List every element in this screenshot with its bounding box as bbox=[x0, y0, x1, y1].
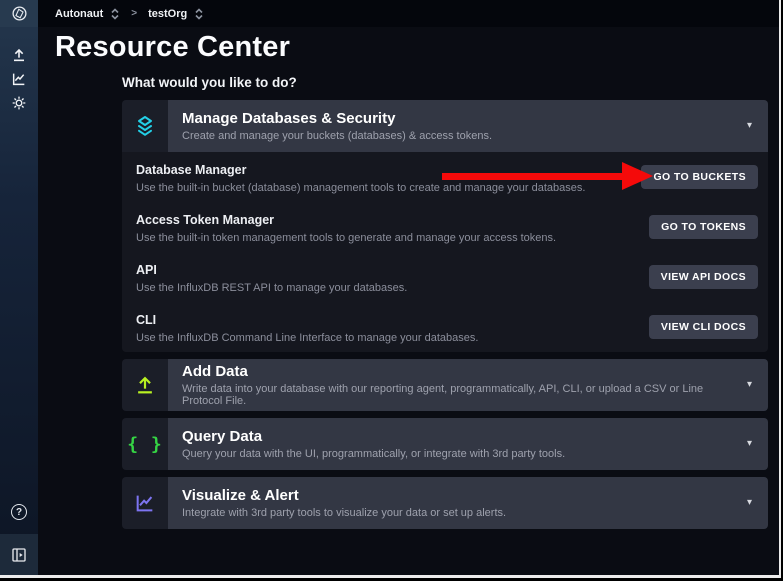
sidebar-spacer bbox=[0, 115, 38, 500]
row-text: CLI Use the InfluxDB Command Line Interf… bbox=[136, 311, 649, 344]
panel-title: Visualize & Alert bbox=[182, 487, 732, 504]
row-title: CLI bbox=[136, 313, 649, 327]
row-description: Use the built-in token management tools … bbox=[136, 232, 649, 244]
main-content: Resource Center What would you like to d… bbox=[38, 27, 779, 575]
panel-title: Add Data bbox=[182, 363, 732, 380]
panel-manage-databases: Manage Databases & Security Create and m… bbox=[122, 100, 768, 352]
app-window: ? Autonaut > testOrg bbox=[0, 0, 781, 578]
sidebar-item-load-data[interactable] bbox=[0, 43, 38, 67]
upload-icon bbox=[11, 47, 27, 63]
row-text: API Use the InfluxDB REST API to manage … bbox=[136, 261, 649, 294]
influxdata-logo-icon bbox=[11, 5, 28, 22]
panel-add-data-header[interactable]: Add Data Write data into your database w… bbox=[122, 359, 768, 411]
panel-query-data: { } Query Data Query your data with the … bbox=[122, 418, 768, 470]
arrow-shaft bbox=[442, 173, 622, 180]
arrow-head bbox=[622, 162, 653, 190]
row-title: API bbox=[136, 263, 649, 277]
panel-header-main: Manage Databases & Security Create and m… bbox=[168, 100, 768, 152]
sidebar-item-help[interactable]: ? bbox=[0, 500, 38, 524]
row-description: Use the InfluxDB Command Line Interface … bbox=[136, 332, 649, 344]
pointer-arrow bbox=[442, 162, 653, 190]
view-cli-docs-button[interactable]: VIEW CLI DOCS bbox=[649, 315, 758, 339]
chevron-down-icon[interactable]: ▾ bbox=[747, 439, 752, 449]
panel-title: Query Data bbox=[182, 428, 732, 445]
go-to-buckets-button[interactable]: GO TO BUCKETS bbox=[641, 165, 758, 189]
panel-title: Manage Databases & Security bbox=[182, 110, 732, 127]
panel-icon-cell bbox=[122, 359, 168, 411]
panel-header-main: Query Data Query your data with the UI, … bbox=[168, 418, 768, 470]
suborg-switcher-icon[interactable] bbox=[194, 8, 204, 20]
breadcrumb: Autonaut > testOrg bbox=[38, 0, 779, 27]
page-prompt: What would you like to do? bbox=[122, 75, 779, 90]
panel-query-data-header[interactable]: { } Query Data Query your data with the … bbox=[122, 418, 768, 470]
chevron-down-icon[interactable]: ▾ bbox=[747, 380, 752, 390]
panel-icon-cell bbox=[122, 477, 168, 529]
braces-icon: { } bbox=[127, 434, 163, 455]
help-icon: ? bbox=[11, 504, 27, 520]
panel-header-main: Visualize & Alert Integrate with 3rd par… bbox=[168, 477, 768, 529]
chevron-down-icon[interactable]: ▾ bbox=[747, 121, 752, 131]
panel-icon-cell bbox=[122, 100, 168, 152]
panel-visualize-alert-header[interactable]: Visualize & Alert Integrate with 3rd par… bbox=[122, 477, 768, 529]
panel-description: Query your data with the UI, programmati… bbox=[182, 448, 732, 460]
row-description: Use the InfluxDB REST API to manage your… bbox=[136, 282, 649, 294]
go-to-tokens-button[interactable]: GO TO TOKENS bbox=[649, 215, 758, 239]
org-switcher-icon[interactable] bbox=[110, 8, 120, 20]
row-text: Access Token Manager Use the built-in to… bbox=[136, 211, 649, 244]
sidebar-item-expand-nav[interactable] bbox=[0, 534, 38, 575]
sidebar-item-settings[interactable] bbox=[0, 91, 38, 115]
panel-description: Create and manage your buckets (database… bbox=[182, 130, 732, 142]
row-access-token-manager: Access Token Manager Use the built-in to… bbox=[122, 202, 768, 252]
graph-icon bbox=[11, 71, 27, 87]
row-title: Access Token Manager bbox=[136, 213, 649, 227]
panel-description: Integrate with 3rd party tools to visual… bbox=[182, 507, 732, 519]
expand-sidebar-icon bbox=[11, 547, 27, 563]
breadcrumb-org[interactable]: Autonaut bbox=[55, 8, 103, 20]
breadcrumb-suborg[interactable]: testOrg bbox=[148, 8, 187, 20]
panel-manage-databases-header[interactable]: Manage Databases & Security Create and m… bbox=[122, 100, 768, 152]
chevron-down-icon[interactable]: ▾ bbox=[747, 498, 752, 508]
sidebar-item-data-explorer[interactable] bbox=[0, 67, 38, 91]
resource-panels: Manage Databases & Security Create and m… bbox=[122, 100, 768, 529]
upload-icon bbox=[134, 374, 156, 396]
panel-manage-databases-body: Database Manager Use the built-in bucket… bbox=[122, 152, 768, 352]
view-api-docs-button[interactable]: VIEW API DOCS bbox=[649, 265, 758, 289]
panel-visualize-alert: Visualize & Alert Integrate with 3rd par… bbox=[122, 477, 768, 529]
breadcrumb-separator: > bbox=[127, 8, 141, 19]
panel-description: Write data into your database with our r… bbox=[182, 383, 732, 407]
row-api: API Use the InfluxDB REST API to manage … bbox=[122, 252, 768, 302]
gear-icon bbox=[11, 95, 27, 111]
layers-icon bbox=[133, 114, 157, 138]
panel-icon-cell: { } bbox=[122, 418, 168, 470]
sidebar-nav bbox=[0, 27, 38, 115]
chart-icon bbox=[134, 492, 156, 514]
page-title: Resource Center bbox=[55, 31, 779, 64]
panel-header-main: Add Data Write data into your database w… bbox=[168, 359, 768, 411]
row-cli: CLI Use the InfluxDB Command Line Interf… bbox=[122, 302, 768, 352]
sidebar: ? bbox=[0, 0, 38, 575]
panel-add-data: Add Data Write data into your database w… bbox=[122, 359, 768, 411]
sidebar-logo[interactable] bbox=[0, 0, 38, 27]
